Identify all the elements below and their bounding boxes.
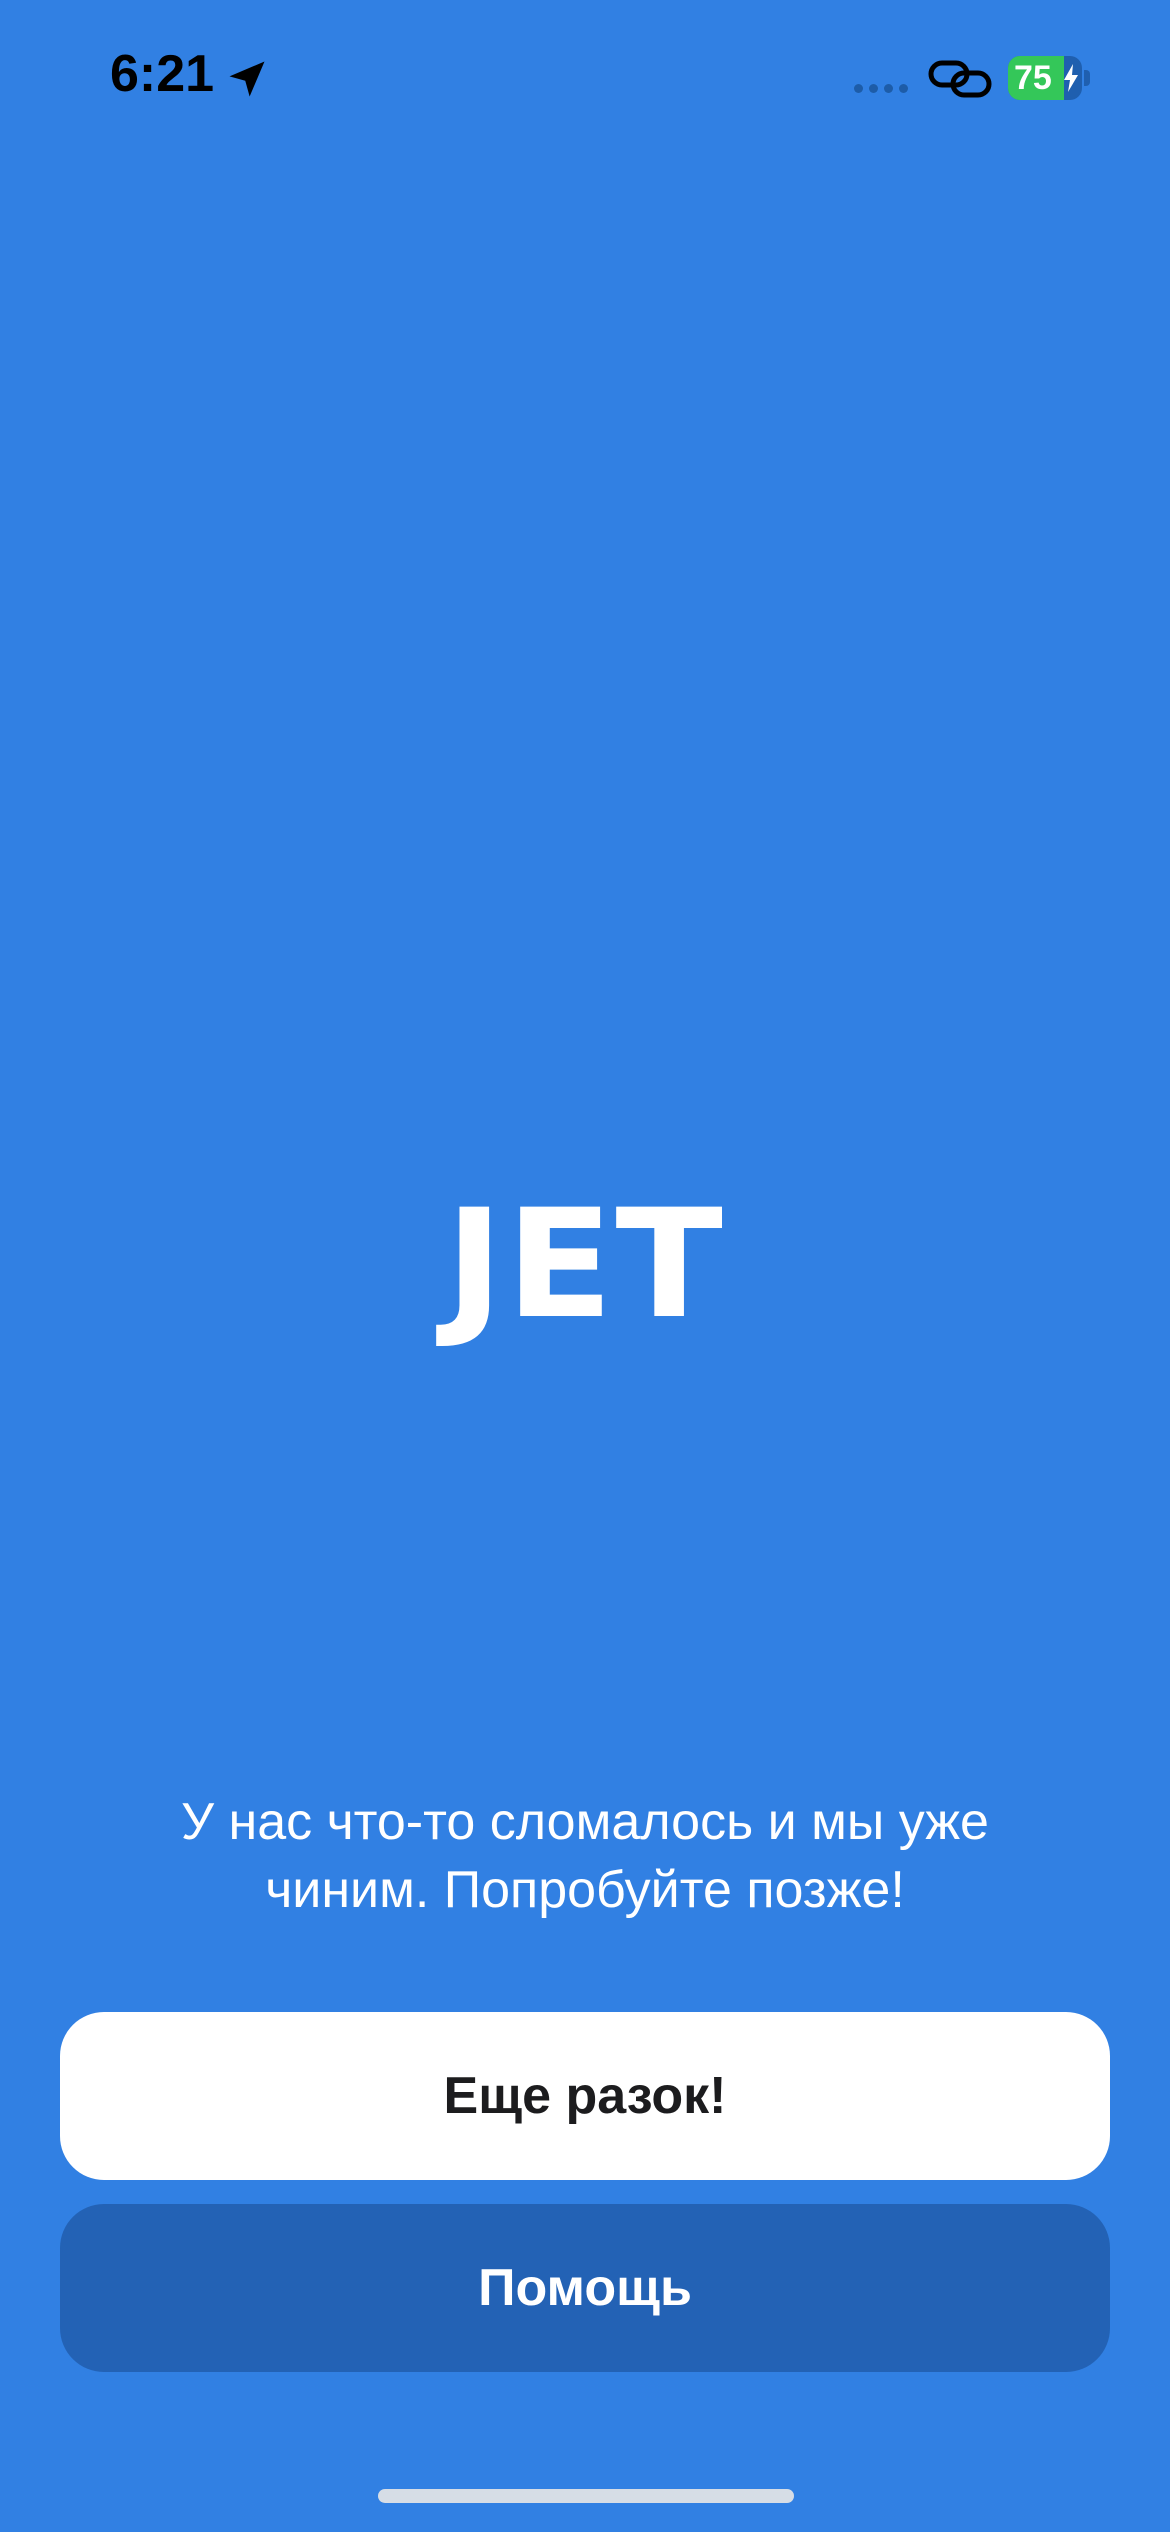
battery-level: 75	[1014, 59, 1052, 97]
signal-strength-icon	[854, 84, 908, 93]
home-indicator[interactable]	[378, 2489, 794, 2503]
retry-button[interactable]: Еще разок!	[60, 2012, 1110, 2180]
charging-bolt-icon	[1064, 64, 1078, 92]
error-message-line-1: У нас что-то сломалось и мы уже	[181, 1793, 989, 1851]
battery-icon: 75	[1008, 56, 1090, 100]
link-icon	[928, 60, 992, 98]
app-logo: JET	[445, 1178, 725, 1352]
status-bar: 6:21 75	[0, 0, 1170, 150]
status-time: 6:21	[110, 45, 215, 103]
error-message: У нас что-то сломалось и мы уже чиним. П…	[80, 1788, 1090, 1924]
location-arrow-icon	[229, 61, 265, 97]
help-button[interactable]: Помощь	[60, 2204, 1110, 2372]
error-message-line-2: чиним. Попробуйте позже!	[265, 1861, 905, 1919]
